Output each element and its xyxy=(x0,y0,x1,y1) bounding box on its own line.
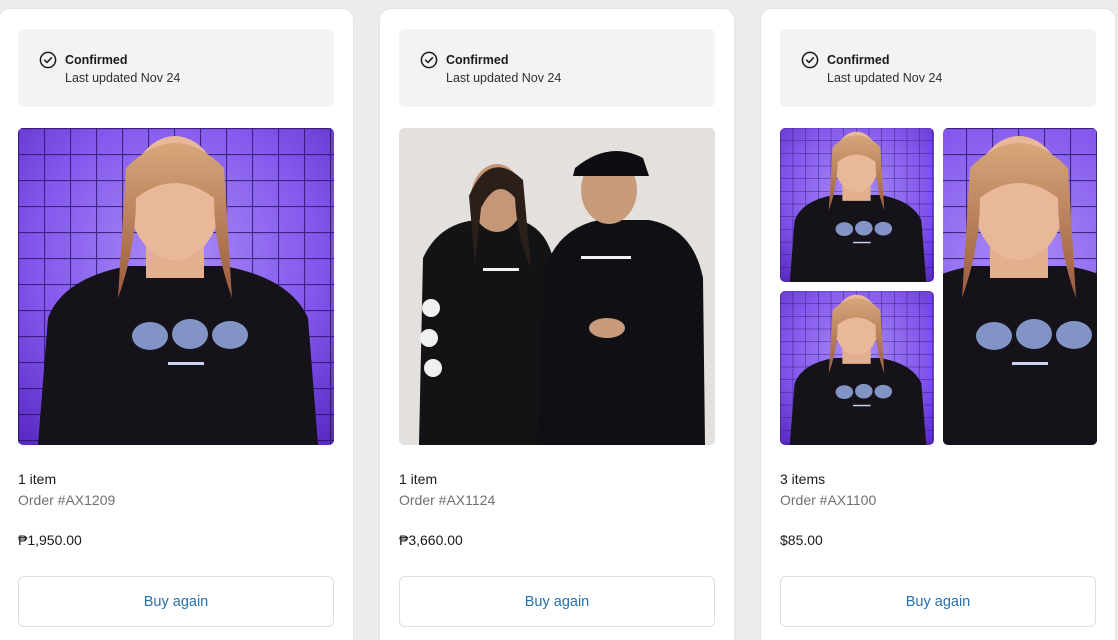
order-images[interactable] xyxy=(18,128,334,445)
order-card-ax1209[interactable]: Confirmed Last updated Nov 24 1 item Ord… xyxy=(0,8,354,640)
product-image[interactable] xyxy=(399,128,715,445)
order-status: Confirmed Last updated Nov 24 xyxy=(399,29,715,107)
product-image[interactable] xyxy=(780,128,934,282)
product-image[interactable] xyxy=(943,128,1097,445)
buy-again-button[interactable]: Buy again xyxy=(18,576,334,627)
product-image[interactable] xyxy=(780,291,934,445)
status-title: Confirmed xyxy=(446,53,509,67)
item-count: 1 item xyxy=(399,471,438,487)
buy-again-button[interactable]: Buy again xyxy=(399,576,715,627)
check-circle-icon xyxy=(420,51,438,69)
item-count: 1 item xyxy=(18,471,57,487)
check-circle-icon xyxy=(801,51,819,69)
status-updated: Last updated Nov 24 xyxy=(827,71,943,85)
check-circle-icon xyxy=(39,51,57,69)
order-price: ₱3,660.00 xyxy=(399,532,463,548)
order-number: Order #AX1100 xyxy=(780,492,877,508)
order-number: Order #AX1209 xyxy=(18,492,116,508)
order-images[interactable] xyxy=(399,128,715,445)
order-status: Confirmed Last updated Nov 24 xyxy=(18,29,334,107)
order-status: Confirmed Last updated Nov 24 xyxy=(780,29,1096,107)
status-updated: Last updated Nov 24 xyxy=(446,71,562,85)
item-count: 3 items xyxy=(780,471,826,487)
order-card-ax1124[interactable]: Confirmed Last updated Nov 24 1 item Ord… xyxy=(379,8,735,640)
order-number: Order #AX1124 xyxy=(399,492,496,508)
buy-again-button[interactable]: Buy again xyxy=(780,576,1096,627)
order-price: ₱1,950.00 xyxy=(18,532,82,548)
product-image[interactable] xyxy=(18,128,334,445)
order-price: $85.00 xyxy=(780,532,823,548)
orders-page: Confirmed Last updated Nov 24 1 item Ord… xyxy=(0,0,1118,640)
order-card-ax1100[interactable]: Confirmed Last updated Nov 24 3 items Or… xyxy=(760,8,1116,640)
status-title: Confirmed xyxy=(65,53,128,67)
status-updated: Last updated Nov 24 xyxy=(65,71,181,85)
order-images[interactable] xyxy=(780,128,1096,445)
status-title: Confirmed xyxy=(827,53,890,67)
